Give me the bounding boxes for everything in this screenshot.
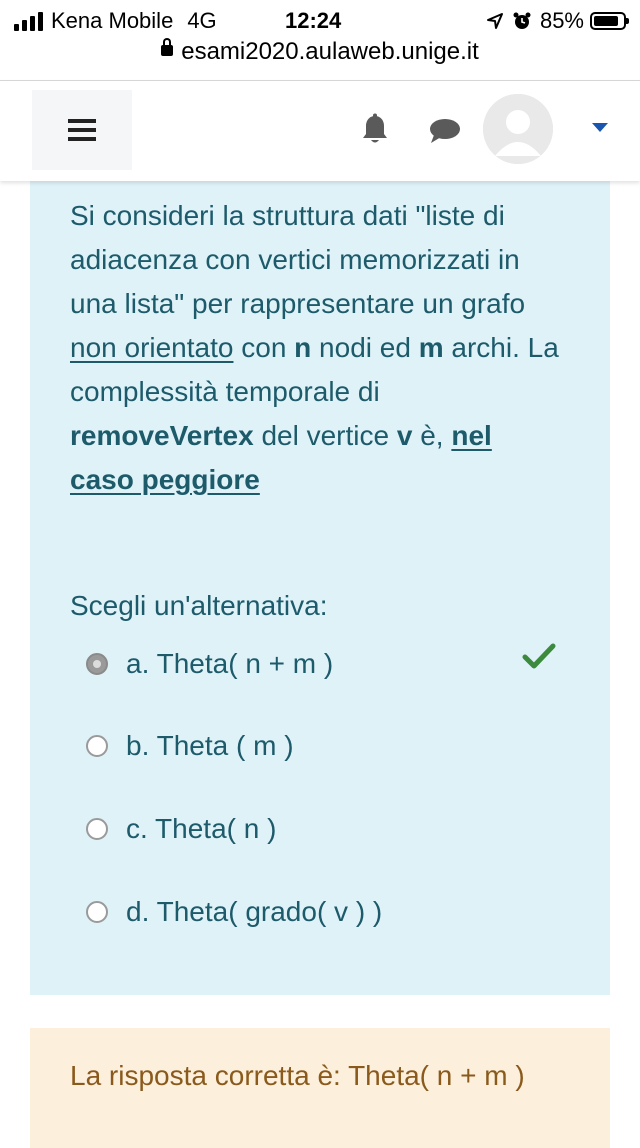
carrier-name: Kena Mobile (51, 8, 174, 33)
battery-percent: 85% (539, 8, 584, 33)
radio-button[interactable] (86, 735, 108, 757)
feedback-box: La risposta corretta è: Theta( n + m ) (30, 1028, 610, 1148)
user-avatar[interactable] (483, 94, 553, 164)
question-text-underlined: non orientato (70, 332, 234, 363)
status-right: 85% (486, 8, 629, 34)
question-text-part: del vertice (253, 420, 397, 451)
url-text: esami2020.aulaweb.unige.it (181, 38, 479, 65)
question-text-bold: m (418, 332, 444, 363)
radio-button[interactable] (86, 653, 108, 675)
question-text-part: è, (412, 420, 452, 451)
answer-option-d[interactable]: d. Theta( grado( v ) ) (86, 892, 382, 932)
radio-button[interactable] (86, 901, 108, 923)
correct-answer-text: La risposta corretta è: Theta( n + m ) (70, 1060, 525, 1091)
chat-bubble-icon[interactable] (428, 117, 462, 145)
location-arrow-icon (486, 13, 503, 29)
radio-button[interactable] (86, 818, 108, 840)
answer-option-label: d. Theta( grado( v ) ) (126, 896, 383, 927)
question-text: Si consideri la struttura dati "liste di… (70, 194, 560, 502)
answer-prompt: Scegli un'alternativa: (70, 590, 328, 621)
question-text-part: Si consideri la struttura dati "liste di… (70, 200, 526, 319)
alarm-icon (513, 12, 531, 29)
answer-option-label: c. Theta( n ) (126, 813, 277, 844)
network-type: 4G (187, 8, 217, 33)
bell-icon[interactable] (360, 113, 390, 147)
answer-option-c[interactable]: c. Theta( n ) (86, 809, 276, 849)
answer-option-a[interactable]: a. Theta( n + m ) (86, 644, 333, 684)
question-box: Si consideri la struttura dati "liste di… (30, 160, 610, 995)
status-left: Kena Mobile 4G (14, 8, 217, 34)
caret-down-icon[interactable] (592, 123, 608, 132)
question-text-bold: removeVertex (70, 420, 254, 451)
question-text-part: con (233, 332, 295, 363)
answer-option-label: a. Theta( n + m ) (126, 648, 334, 679)
battery-icon (590, 12, 629, 30)
top-navbar (0, 81, 640, 181)
signal-icon (14, 11, 43, 31)
menu-button[interactable] (32, 90, 132, 170)
address-bar[interactable]: esami2020.aulaweb.unige.it (0, 38, 640, 78)
lock-icon (161, 38, 174, 57)
hamburger-icon (68, 114, 96, 146)
question-text-bold: v (396, 420, 413, 451)
clock: 12:24 (285, 8, 342, 33)
question-text-bold: n (294, 332, 312, 363)
answer-option-label: b. Theta ( m ) (126, 730, 294, 761)
answer-option-b[interactable]: b. Theta ( m ) (86, 726, 294, 766)
question-text-part: nodi ed (311, 332, 419, 363)
checkmark-icon (522, 643, 556, 669)
status-bar: Kena Mobile 4G 12:24 85% (0, 0, 640, 40)
avatar-icon (483, 94, 553, 164)
